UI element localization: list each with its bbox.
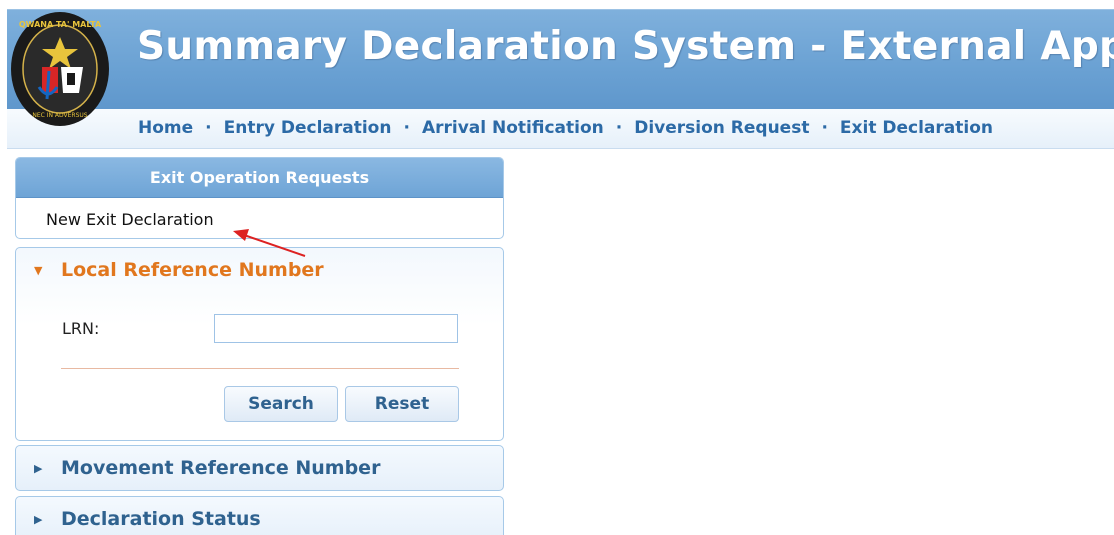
- nav-entry-declaration[interactable]: Entry Declaration: [224, 118, 392, 138]
- exit-operation-panel: Exit Operation Requests New Exit Declara…: [15, 157, 504, 239]
- nav-separator: ·: [615, 118, 623, 138]
- mrn-panel-title: Movement Reference Number: [61, 457, 381, 479]
- form-divider: [61, 368, 459, 369]
- nav-home[interactable]: Home: [138, 118, 193, 138]
- nav-separator: ·: [205, 118, 212, 138]
- nav-separator: ·: [821, 118, 828, 138]
- nav-diversion-request[interactable]: Diversion Request: [634, 118, 809, 138]
- declaration-status-panel-title: Declaration Status: [61, 508, 261, 530]
- declaration-status-panel[interactable]: ▶ Declaration Status: [15, 496, 504, 535]
- top-nav: Home · Entry Declaration · Arrival Notif…: [7, 109, 1114, 149]
- triangle-down-icon: ▼: [34, 264, 43, 277]
- reset-button[interactable]: Reset: [345, 386, 459, 422]
- customs-emblem-logo: QWANA TA' MALTA NEC IN ADVERSUS: [9, 9, 111, 129]
- mrn-search-panel[interactable]: ▶ Movement Reference Number: [15, 445, 504, 491]
- nav-arrival-notification[interactable]: Arrival Notification: [422, 118, 604, 138]
- app-header: Summary Declaration System - External Ap…: [7, 9, 1114, 109]
- nav-separator: ·: [403, 118, 410, 138]
- triangle-right-icon: ▶: [34, 513, 43, 526]
- nav-exit-declaration[interactable]: Exit Declaration: [840, 118, 993, 138]
- svg-text:NEC IN ADVERSUS: NEC IN ADVERSUS: [32, 112, 87, 119]
- lrn-input[interactable]: [214, 314, 458, 343]
- lrn-panel-header[interactable]: ▼ Local Reference Number: [16, 248, 503, 292]
- triangle-right-icon: ▶: [34, 462, 43, 475]
- new-exit-declaration-link[interactable]: New Exit Declaration: [46, 210, 214, 229]
- svg-text:QWANA TA' MALTA: QWANA TA' MALTA: [19, 20, 102, 29]
- app-title: Summary Declaration System - External Ap…: [137, 24, 1114, 69]
- lrn-search-panel: ▼ Local Reference Number LRN: Search Res…: [15, 247, 504, 441]
- lrn-panel-title: Local Reference Number: [61, 259, 324, 281]
- search-button[interactable]: Search: [224, 386, 338, 422]
- exit-operation-panel-title: Exit Operation Requests: [16, 158, 503, 198]
- lrn-label: LRN:: [62, 319, 100, 338]
- nav-list: Home · Entry Declaration · Arrival Notif…: [138, 118, 993, 138]
